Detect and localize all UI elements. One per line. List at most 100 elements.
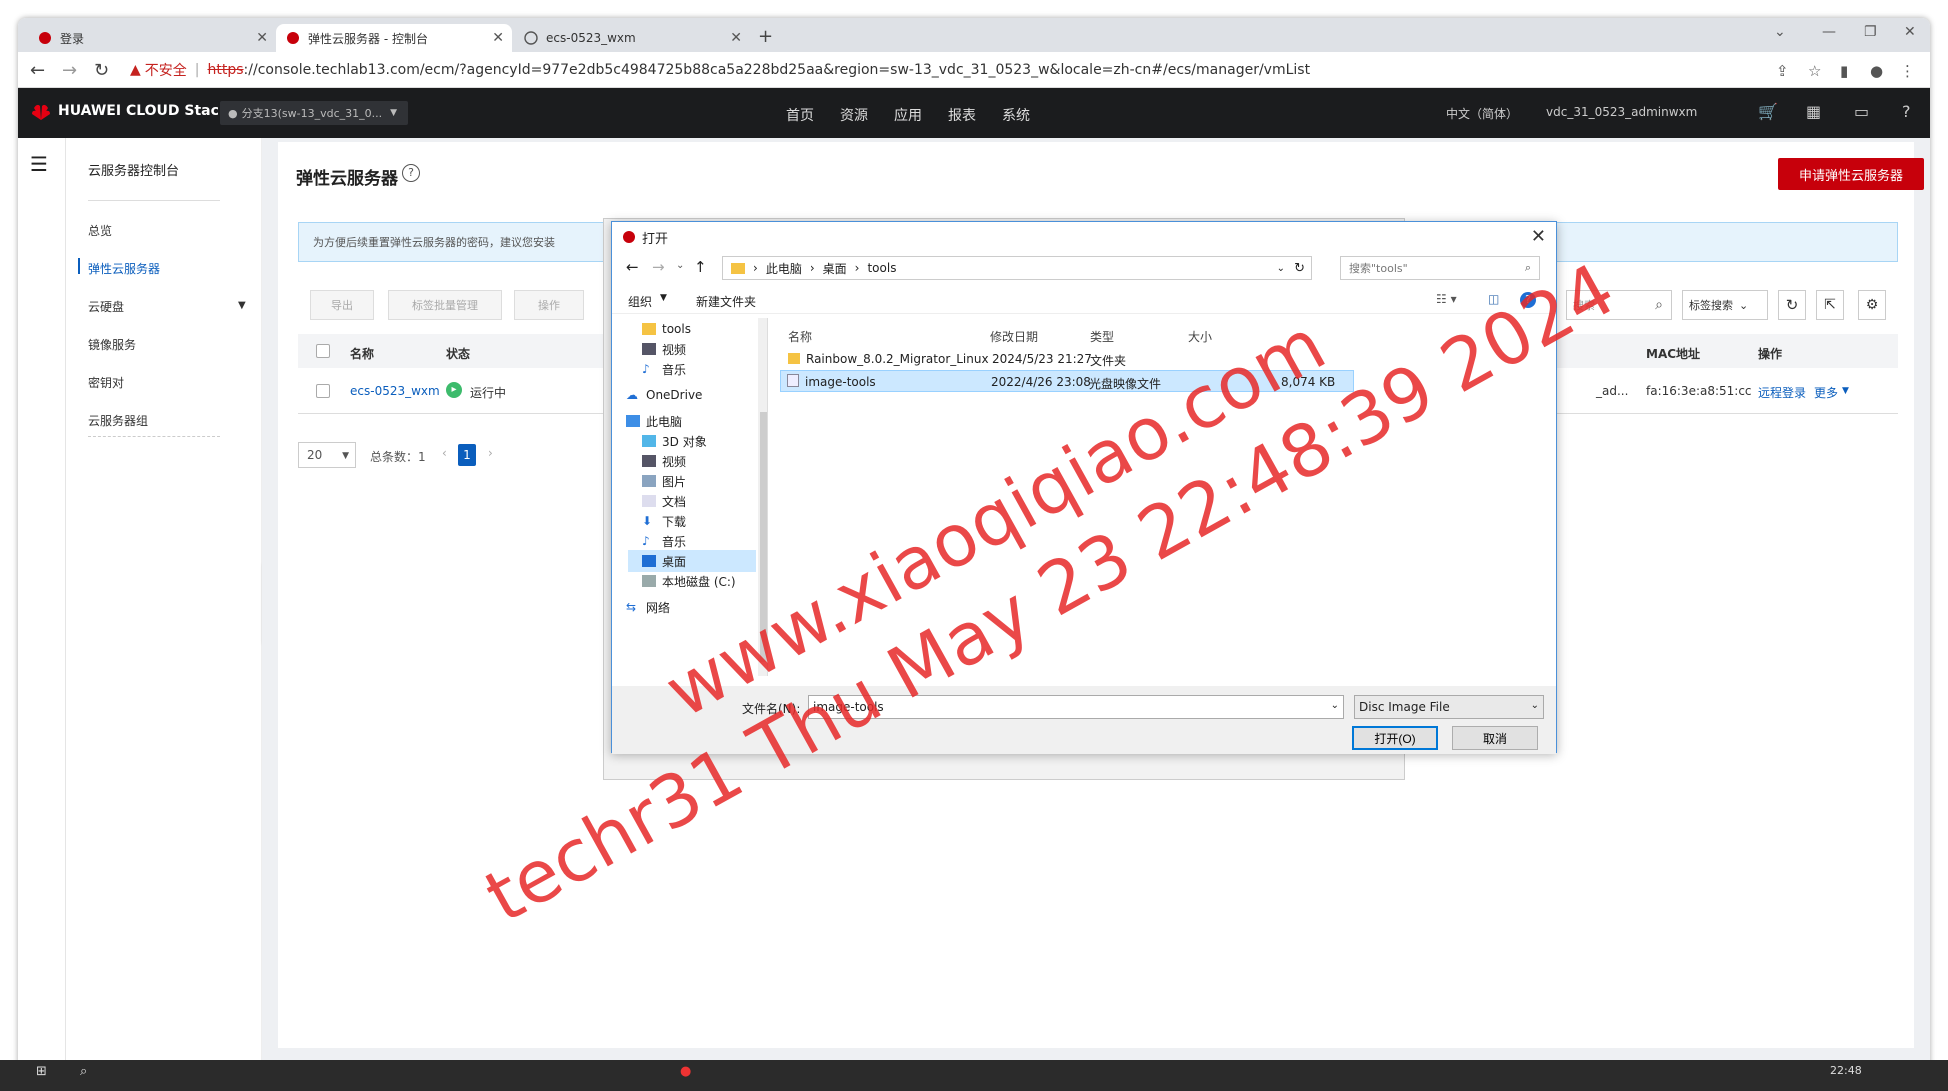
col-size[interactable]: 大小 [1188, 328, 1212, 345]
back-icon[interactable]: ← [30, 60, 45, 81]
user-menu[interactable]: vdc_31_0523_adminwxm [1546, 105, 1697, 119]
more-dropdown[interactable]: 更多 [1814, 384, 1838, 401]
col-modified[interactable]: 修改日期 [990, 328, 1038, 345]
reload-icon[interactable]: ↻ [94, 60, 109, 81]
help-circle-icon[interactable]: ? [1902, 102, 1911, 121]
new-folder-button[interactable]: 新建文件夹 [696, 293, 756, 310]
tree-item-downloads[interactable]: ⬇ 下载 [642, 510, 686, 532]
nav-home[interactable]: 首页 [786, 105, 814, 125]
profile-icon[interactable]: ● [1870, 62, 1883, 80]
sidebar-item-ims[interactable]: 镜像服务 [88, 336, 136, 353]
sidebar-item-ecs[interactable]: 弹性云服务器 [88, 260, 160, 277]
close-icon[interactable]: ✕ [256, 30, 268, 46]
col-type[interactable]: 类型 [1090, 328, 1114, 345]
caret-down-icon[interactable]: ▼ [238, 300, 246, 311]
open-button[interactable]: 打开(O) [1352, 726, 1438, 750]
refresh-icon[interactable]: ↻ [1294, 261, 1305, 276]
close-icon[interactable]: ✕ [492, 30, 504, 46]
tab-login[interactable]: 登录 ✕ [28, 24, 276, 52]
export-icon[interactable]: ⇱ [1816, 290, 1844, 320]
tab-ecs-console[interactable]: 弹性云服务器 - 控制台 ✕ [276, 24, 512, 52]
forward-icon[interactable]: → [652, 258, 665, 276]
tree-item-music[interactable]: ♪ 音乐 [642, 358, 686, 380]
share-icon[interactable]: ⇪ [1776, 62, 1789, 80]
nav-resources[interactable]: 资源 [840, 105, 868, 125]
tab-ecs-vm[interactable]: ecs-0523_wxm ✕ [514, 24, 750, 52]
search-icon[interactable]: ⌕ [80, 1064, 87, 1079]
cart-icon[interactable]: 🛒 [1758, 102, 1778, 121]
sidebar-item-server-group[interactable]: 云服务器组 [88, 412, 148, 429]
menu-kebab-icon[interactable]: ⋮ [1900, 62, 1915, 80]
tree-item-pictures[interactable]: 图片 [642, 470, 686, 492]
export-button[interactable]: 导出 [310, 290, 374, 320]
tag-batch-button[interactable]: 标签批量管理 [388, 290, 502, 320]
url-input[interactable]: ▲ 不安全 | https ://console.techlab13.com/e… [130, 57, 1770, 83]
up-arrow-icon[interactable]: ↑ [694, 258, 707, 276]
sidebar-item-keypair[interactable]: 密钥对 [88, 374, 124, 391]
chevron-down-icon[interactable]: ⌄ [1277, 263, 1285, 274]
view-options-icon[interactable]: ☷ ▾ [1436, 292, 1457, 306]
file-row-selected[interactable]: image-tools 2022/4/26 23:08 光盘映像文件 8,074… [780, 370, 1354, 392]
new-tab-plus-icon[interactable]: + [758, 26, 773, 47]
col-name[interactable]: 名称 [788, 328, 812, 345]
sidebar-item-overview[interactable]: 总览 [88, 222, 112, 239]
tree-item-onedrive[interactable]: ☁ OneDrive [626, 384, 702, 406]
chevron-down-icon[interactable]: ⌄ [1331, 700, 1339, 714]
windows-start-icon[interactable]: ⊞ [36, 1064, 47, 1079]
sidepanel-icon[interactable]: ▮ [1840, 62, 1848, 80]
tree-scrollbar[interactable] [758, 318, 767, 676]
remote-login-link[interactable]: 远程登录 [1758, 384, 1806, 401]
tree-item-desktop[interactable]: 桌面 [628, 550, 756, 572]
row-checkbox[interactable] [316, 384, 330, 398]
tag-search-button[interactable]: 标签搜索 ⌄ [1682, 290, 1768, 320]
breadcrumb-pc[interactable]: 此电脑 [766, 260, 802, 277]
organize-menu[interactable]: 组织 [628, 293, 652, 310]
caret-down-icon[interactable]: ▼ [1842, 386, 1849, 396]
star-icon[interactable]: ☆ [1808, 62, 1821, 80]
recent-chevron-icon[interactable]: ⌄ [676, 260, 684, 271]
ops-button[interactable]: 操作 [514, 290, 584, 320]
next-page-chevron-icon[interactable]: › [488, 446, 493, 460]
col-status[interactable]: 状态 [446, 345, 470, 362]
tree-item-3d-objects[interactable]: 3D 对象 [642, 430, 707, 452]
scrollbar-thumb[interactable] [760, 412, 767, 662]
huawei-logo[interactable]: HUAWEI CLOUD Stack [30, 100, 228, 122]
hamburger-icon[interactable]: ☰ [30, 152, 48, 176]
window-close-icon[interactable]: ✕ [1904, 24, 1916, 40]
filetype-select[interactable]: Disc Image File ⌄ [1354, 695, 1544, 719]
preview-pane-icon[interactable]: ◫ [1488, 292, 1499, 306]
nav-reports[interactable]: 报表 [948, 105, 976, 125]
sidebar-item-evs[interactable]: 云硬盘 [88, 298, 124, 315]
language-select[interactable]: 中文（简体） [1446, 105, 1518, 122]
prev-page-chevron-icon[interactable]: ‹ [442, 446, 447, 460]
vm-name-link[interactable]: ecs-0523_wxm [350, 384, 440, 398]
nav-system[interactable]: 系统 [1002, 105, 1030, 125]
back-icon[interactable]: ← [626, 258, 639, 276]
file-row[interactable]: Rainbow_8.0.2_Migrator_Linux 2024/5/23 2… [780, 348, 1354, 370]
tree-item-tools[interactable]: tools [642, 318, 691, 340]
caret-down-icon[interactable]: ▼ [660, 293, 667, 303]
breadcrumb-desktop[interactable]: 桌面 [823, 260, 847, 277]
restore-icon[interactable]: ❐ [1864, 24, 1877, 40]
calendar-icon[interactable]: ▦ [1806, 102, 1821, 121]
breadcrumb-tools[interactable]: tools [867, 261, 896, 275]
minimize-icon[interactable]: — [1822, 24, 1836, 40]
settings-gear-icon[interactable]: ⚙ [1858, 290, 1886, 320]
tree-item-this-pc[interactable]: 此电脑 [626, 410, 682, 432]
apply-ecs-button[interactable]: 申请弹性云服务器 [1778, 158, 1924, 190]
tree-item-music-pc[interactable]: ♪ 音乐 [642, 530, 686, 552]
help-icon[interactable]: ? [402, 164, 420, 182]
forward-icon[interactable]: → [62, 60, 77, 81]
close-icon[interactable]: ✕ [730, 30, 742, 46]
search-input[interactable]: 搜索 ⌕ [1566, 290, 1672, 320]
nav-apps[interactable]: 应用 [894, 105, 922, 125]
help-icon[interactable]: ? [1520, 292, 1536, 308]
message-icon[interactable]: ▭ [1854, 102, 1869, 121]
page-size-select[interactable]: 20 ▼ [298, 442, 356, 468]
dialog-search-input[interactable]: 搜索"tools" ⌕ [1340, 256, 1540, 280]
tab-search-chevron-icon[interactable]: ⌄ [1774, 24, 1786, 40]
col-name[interactable]: 名称 [350, 345, 374, 362]
select-all-checkbox[interactable] [316, 344, 330, 358]
huawei-app-icon[interactable]: ● [680, 1064, 691, 1079]
tree-item-documents[interactable]: 文档 [642, 490, 686, 512]
